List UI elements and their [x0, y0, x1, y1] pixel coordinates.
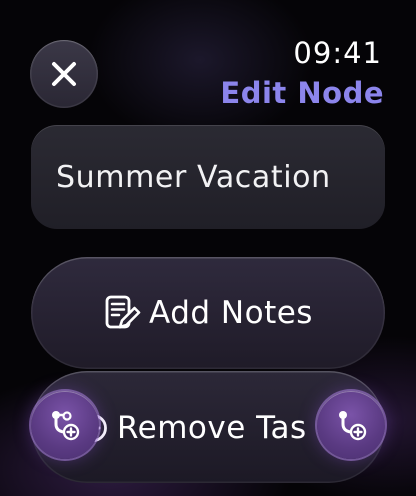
close-icon: [52, 62, 76, 86]
add-notes-button[interactable]: Add Notes: [31, 257, 385, 369]
page-title: Edit Node: [220, 76, 384, 110]
add-branch-icon: [339, 411, 367, 441]
add-branch-icon: [52, 411, 80, 441]
note-pencil-icon: [103, 293, 141, 333]
remove-task-label: Remove Tas: [117, 410, 307, 446]
add-sibling-node-button[interactable]: [31, 391, 99, 459]
add-child-node-button[interactable]: [317, 391, 385, 459]
status-time: 09:41: [293, 36, 382, 70]
node-name-field[interactable]: Summer Vacation: [31, 125, 385, 229]
edit-node-screen: 09:41 Edit Node Summer Vacation Add Note…: [0, 0, 416, 496]
add-notes-label: Add Notes: [149, 295, 313, 331]
node-name-value: Summer Vacation: [56, 159, 331, 195]
close-button[interactable]: [30, 40, 98, 108]
